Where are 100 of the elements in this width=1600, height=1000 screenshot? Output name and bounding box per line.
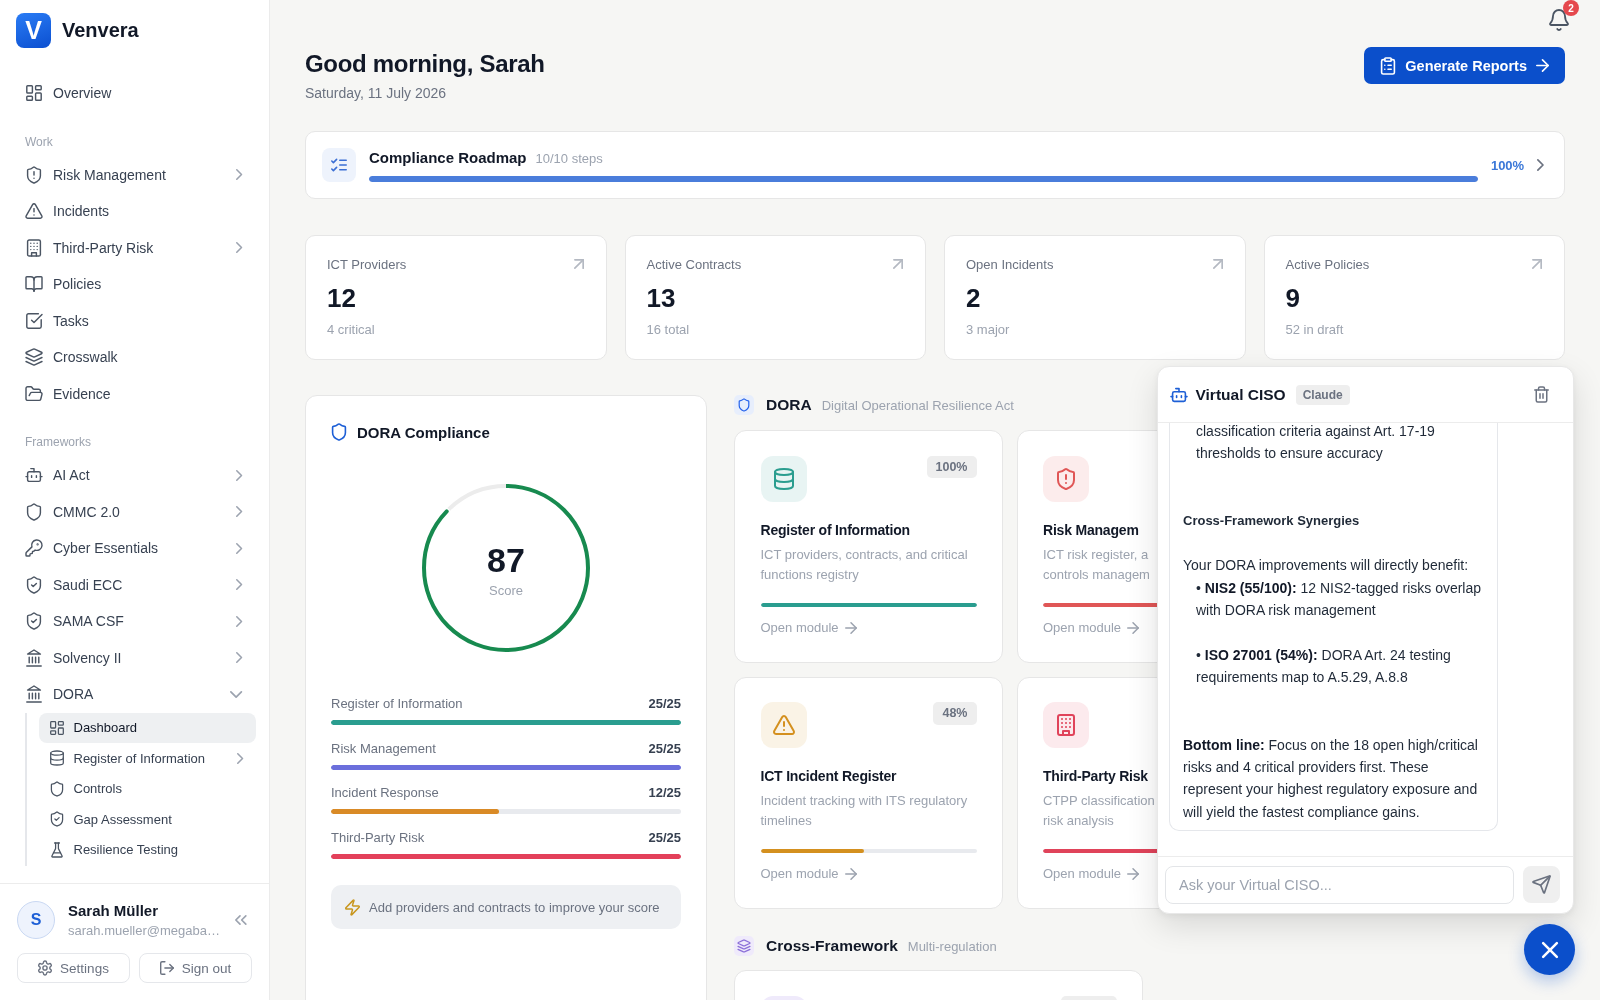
- layers-icon: [734, 936, 754, 956]
- area-score: 12/25: [648, 784, 681, 802]
- sidebar-subitem[interactable]: Register of Information: [39, 743, 256, 774]
- module-title: ICT Incident Register: [760, 767, 897, 786]
- sidebar-item[interactable]: AI Act: [16, 457, 256, 494]
- area-label: Incident Response: [331, 784, 439, 802]
- sidebar-item[interactable]: Third-Party Risk: [16, 229, 256, 266]
- area-score: 25/25: [648, 695, 681, 713]
- warning-icon: [760, 702, 807, 748]
- bank-icon: [26, 686, 42, 703]
- roadmap-card[interactable]: Compliance Roadmap 10/10 steps 100%: [305, 131, 1565, 199]
- stat-card[interactable]: Open Incidents 2 3 major: [944, 235, 1246, 360]
- generate-reports-button[interactable]: Generate Reports: [1364, 47, 1565, 84]
- section-label: Frameworks: [24, 434, 92, 451]
- sidebar-subitem[interactable]: Gap Assessment: [39, 804, 256, 835]
- chat-input[interactable]: Ask your Virtual CISO...: [1165, 865, 1514, 904]
- arrow-right-icon: [1127, 621, 1140, 634]
- clear-chat-button[interactable]: [1533, 387, 1549, 402]
- stat-card[interactable]: ICT Providers 12 4 critical: [305, 235, 607, 360]
- stat-label: ICT Providers: [327, 256, 407, 272]
- sidebar-item[interactable]: CMMC 2.0: [16, 493, 256, 530]
- shield-check-icon: [26, 576, 42, 593]
- sidebar-item[interactable]: DORA: [16, 676, 256, 713]
- sidebar-item[interactable]: Crosswalk: [16, 339, 256, 376]
- message-bullet: • ISO 27001 (54%): DORA Art. 24 testing requirements map to A.5.29, A.8.8: [1195, 646, 1452, 688]
- stat-card[interactable]: Active Contracts 13 16 total: [624, 235, 926, 360]
- layout-grid-icon: [50, 720, 64, 735]
- arrow-right-icon: [844, 621, 857, 634]
- sidebar-subitem[interactable]: Resilience Testing: [39, 834, 256, 865]
- user-name: Sarah Müller: [68, 900, 160, 920]
- shield-icon: [734, 395, 754, 415]
- section-subtitle: Multi-regulation: [907, 938, 997, 954]
- stat-label: Open Incidents: [966, 256, 1054, 272]
- area-label: Risk Management: [331, 739, 436, 758]
- date-text: Saturday, 11 July 2026: [305, 84, 448, 103]
- shield-check-icon: [50, 812, 64, 827]
- sidebar-subitem[interactable]: Dashboard: [39, 712, 256, 743]
- sidebar-item[interactable]: Overview: [16, 75, 256, 112]
- stat-note: 52 in draft: [1285, 321, 1345, 339]
- score-label: Score: [489, 582, 523, 600]
- shield-alert-icon: [26, 166, 42, 183]
- section-label: Work: [24, 133, 54, 151]
- collapse-sidebar-button[interactable]: [235, 915, 247, 925]
- warning-icon: [26, 203, 42, 220]
- message-bullet: classification criteria against Art. 17-19 thresholds to ensure accuracy: [1195, 423, 1436, 464]
- send-icon: [1533, 876, 1550, 894]
- key-icon: [26, 540, 42, 557]
- sidebar-item[interactable]: Incidents: [16, 193, 256, 230]
- percent-badge: 100%: [926, 455, 977, 478]
- arrow-up-right-icon: [1212, 259, 1223, 269]
- settings-button[interactable]: Settings: [17, 953, 130, 983]
- sidebar-item[interactable]: SAMA CSF: [16, 603, 256, 640]
- arrow-up-right-icon: [573, 259, 584, 269]
- sidebar-subitem[interactable]: Controls: [39, 773, 256, 804]
- module-description: CTPP classification risk analysis: [1043, 792, 1155, 830]
- module-description: Incident tracking with ITS regulatory timelines: [760, 792, 969, 830]
- stat-label: Active Policies: [1285, 256, 1370, 272]
- checklist-icon: [322, 148, 356, 182]
- sidebar-item[interactable]: Policies: [16, 266, 256, 303]
- clipboard-icon: [1380, 57, 1397, 74]
- settings-icon: [38, 961, 53, 975]
- shield-alert-icon: [1043, 455, 1089, 502]
- building-icon: [1043, 702, 1089, 748]
- close-chat-button[interactable]: [1524, 924, 1575, 975]
- arrow-up-right-icon: [893, 259, 903, 269]
- sidebar-item[interactable]: Tasks: [16, 302, 256, 339]
- message-heading: Cross-Framework Synergies: [1183, 511, 1361, 530]
- send-button[interactable]: [1523, 866, 1560, 904]
- stat-value: 12: [327, 282, 357, 314]
- roadmap-title: Compliance Roadmap: [369, 148, 527, 167]
- stat-value: 2: [966, 282, 982, 314]
- arrow-right-icon: [1127, 868, 1140, 880]
- tip-text: Add providers and contracts to improve your score: [369, 899, 660, 915]
- progress-percent: 100%: [1490, 157, 1525, 173]
- sidebar-item[interactable]: Cyber Essentials: [16, 530, 256, 567]
- module-title: Risk Managem: [1043, 520, 1139, 540]
- sign-out-button[interactable]: Sign out: [139, 953, 252, 983]
- sidebar-item[interactable]: Evidence: [16, 375, 256, 412]
- sidebar-item[interactable]: Risk Management: [16, 156, 256, 193]
- message-paragraph: Bottom line: Focus on the 18 open high/critical risks and 4 critical providers first. These represent your highest regulatory exposure and will yield the fastest compliance gains.: [1183, 735, 1479, 822]
- message-bullet: • NIS2 (55/100): 12 NIS2-tagged risks overlap with DORA risk management: [1195, 578, 1483, 621]
- arrow-right-icon: [844, 868, 857, 880]
- message-paragraph: Your DORA improvements will directly benefit:: [1183, 556, 1470, 576]
- stat-value: 9: [1285, 282, 1301, 314]
- sidebar-item[interactable]: Solvency II: [16, 639, 256, 676]
- sidebar-item[interactable]: Saudi ECC: [16, 566, 256, 603]
- step-count: 10/10 steps: [535, 149, 603, 168]
- shield-check-icon: [26, 613, 42, 630]
- module-title: Third-Party Risk: [1043, 767, 1148, 786]
- shield-icon: [331, 424, 347, 440]
- arrow-right-icon: [1536, 59, 1549, 72]
- book-icon: [26, 276, 42, 293]
- checked-square-icon: [26, 312, 42, 329]
- model-tag: Claude: [1295, 384, 1350, 405]
- stat-card[interactable]: Active Policies 9 52 in draft: [1263, 235, 1565, 360]
- area-label: Third-Party Risk: [331, 828, 425, 847]
- double-chevron-left-icon: [235, 915, 247, 925]
- stat-note: 4 critical: [327, 321, 376, 339]
- shield-icon: [26, 503, 42, 520]
- score-value: 87: [487, 541, 525, 579]
